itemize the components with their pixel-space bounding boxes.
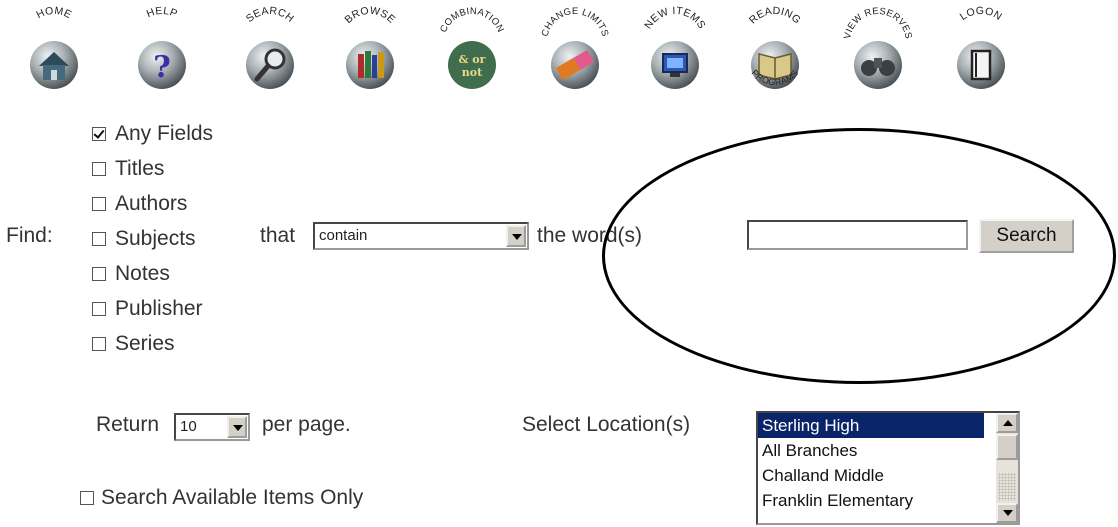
field-option-authors[interactable]: Authors <box>92 186 213 221</box>
eraser-icon: CHANGE LIMITS <box>540 6 611 89</box>
field-label: Authors <box>115 191 188 215</box>
field-option-publisher[interactable]: Publisher <box>92 291 213 326</box>
svg-text:READING: READING <box>747 5 803 27</box>
field-option-notes[interactable]: Notes <box>92 256 213 291</box>
checkbox-subjects[interactable] <box>92 231 106 246</box>
checkbox-available-only[interactable] <box>80 490 94 505</box>
words-label: the word(s) <box>537 224 643 247</box>
scroll-thumb[interactable] <box>996 434 1018 460</box>
field-option-titles[interactable]: Titles <box>92 151 213 186</box>
magnifier-icon: SEARCH <box>244 5 296 89</box>
location-listbox[interactable]: Sterling High All Branches Challand Midd… <box>756 411 1020 525</box>
checkbox-any-fields[interactable] <box>92 126 106 141</box>
listbox-scrollbar[interactable] <box>996 413 1018 523</box>
monitor-icon: NEW ITEMS <box>642 5 708 89</box>
help-icon: HELP ? <box>138 5 186 89</box>
svg-text:COMBINATION: COMBINATION <box>438 6 506 34</box>
location-label: Select Location(s) <box>522 413 691 436</box>
home-button[interactable]: HOME <box>14 2 94 102</box>
svg-text:NEW ITEMS: NEW ITEMS <box>642 5 708 31</box>
scroll-down-icon[interactable] <box>996 503 1018 523</box>
available-only-label: Search Available Items Only <box>101 485 364 509</box>
search-button[interactable]: Search <box>979 219 1074 253</box>
location-option[interactable]: All Branches <box>758 438 1018 463</box>
scroll-track <box>998 473 1016 501</box>
match-type-value: contain <box>319 227 368 244</box>
browse-button[interactable]: BROWSE <box>330 2 410 102</box>
home-icon: HOME <box>30 5 78 89</box>
scroll-up-icon[interactable] <box>996 413 1018 433</box>
return-label: Return <box>96 413 160 436</box>
svg-text:LOGON: LOGON <box>958 5 1004 23</box>
field-checkbox-list: Any Fields Titles Authors Subjects Notes… <box>92 116 213 361</box>
svg-text:& or: & or <box>459 53 486 66</box>
find-label: Find: <box>6 224 53 247</box>
checkbox-notes[interactable] <box>92 266 106 281</box>
per-page-value: 10 <box>180 418 197 435</box>
change-limits-button[interactable]: CHANGE LIMITS <box>535 2 615 102</box>
search-input[interactable] <box>747 220 968 250</box>
field-label: Publisher <box>115 296 203 320</box>
location-option[interactable]: Sterling High <box>758 413 984 438</box>
svg-text:CHANGE LIMITS: CHANGE LIMITS <box>540 6 611 38</box>
books-icon: BROWSE <box>342 5 397 89</box>
that-label: that <box>260 224 296 247</box>
checkbox-series[interactable] <box>92 336 106 351</box>
svg-text:BROWSE: BROWSE <box>342 5 397 26</box>
checkbox-publisher[interactable] <box>92 301 106 316</box>
new-items-button[interactable]: NEW ITEMS <box>635 2 715 102</box>
field-option-subjects[interactable]: Subjects <box>92 221 213 256</box>
per-page-label: per page. <box>262 413 351 436</box>
toolbar: HOME HELP ? SEARCH BROWSE COMBINATION & … <box>0 0 1118 104</box>
chevron-down-icon[interactable] <box>506 225 526 247</box>
logon-button[interactable]: LOGON <box>941 2 1021 102</box>
svg-text:SEARCH: SEARCH <box>244 5 296 25</box>
available-only-option[interactable]: Search Available Items Only <box>80 480 363 515</box>
field-option-series[interactable]: Series <box>92 326 213 361</box>
reading-programs-button[interactable]: READING PROGRAMS <box>735 2 815 102</box>
search-toolbar-button[interactable]: SEARCH <box>230 2 310 102</box>
view-reserves-button[interactable]: VIEW RESERVES <box>838 2 918 102</box>
field-label: Subjects <box>115 226 196 250</box>
match-type-select[interactable]: contain <box>313 222 529 250</box>
field-label: Any Fields <box>115 121 214 145</box>
location-option[interactable]: Franklin Elementary <box>758 488 1018 513</box>
location-option[interactable]: Challand Middle <box>758 463 1018 488</box>
checkbox-authors[interactable] <box>92 196 106 211</box>
checkbox-titles[interactable] <box>92 161 106 176</box>
combination-button[interactable]: COMBINATION & or not <box>432 2 512 102</box>
combination-icon: COMBINATION & or not <box>438 6 506 89</box>
svg-text:not: not <box>462 66 483 79</box>
help-button[interactable]: HELP ? <box>122 2 202 102</box>
field-label: Series <box>115 331 175 355</box>
chevron-down-icon[interactable] <box>227 416 247 438</box>
svg-text:VIEW RESERVES: VIEW RESERVES <box>842 6 914 40</box>
svg-text:HELP: HELP <box>145 5 179 20</box>
field-option-any-fields[interactable]: Any Fields <box>92 116 213 151</box>
door-icon: LOGON <box>957 5 1005 89</box>
binoculars-icon: VIEW RESERVES <box>842 6 914 89</box>
field-label: Titles <box>115 156 165 180</box>
field-label: Notes <box>115 261 170 285</box>
svg-text:HOME: HOME <box>35 5 74 21</box>
svg-text:?: ? <box>153 50 171 85</box>
open-book-icon: READING PROGRAMS <box>747 5 803 89</box>
per-page-select[interactable]: 10 <box>174 413 250 441</box>
highlight-ellipse <box>602 128 1116 384</box>
